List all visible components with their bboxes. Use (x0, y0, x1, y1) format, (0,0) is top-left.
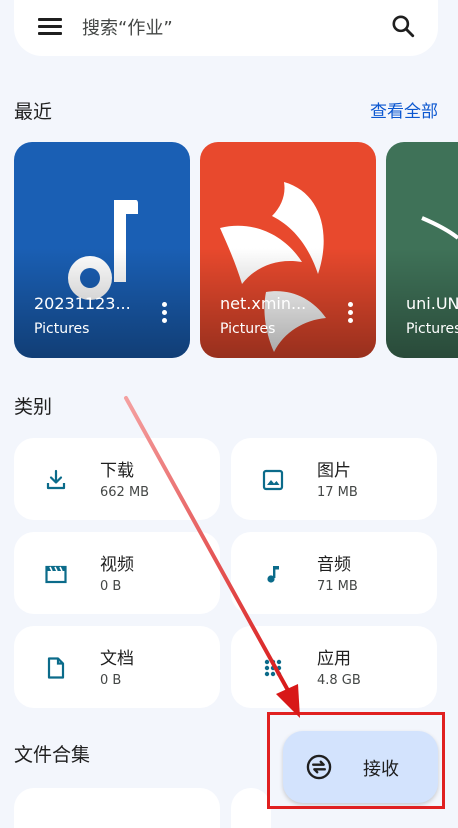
document-icon (47, 657, 65, 679)
see-all-link[interactable]: 查看全部 (370, 97, 438, 122)
category-label: 音频 (317, 555, 351, 575)
collections-section-title: 文件合集 (14, 744, 91, 766)
recent-file-card[interactable]: uni.UN Pictures (386, 142, 458, 358)
more-options-icon[interactable] (346, 302, 354, 326)
recent-section-title: 最近 (14, 101, 53, 123)
recent-file-folder: Pictures (34, 321, 90, 337)
recent-file-card[interactable]: 20231123... Pictures (14, 142, 190, 358)
category-downloads[interactable]: 下载 662 MB (14, 438, 220, 520)
recent-file-name: net.xmin... (220, 294, 307, 313)
search-bar[interactable]: 搜索“作业” (14, 0, 438, 56)
apps-icon (264, 659, 282, 677)
recent-file-card[interactable]: net.xmin... Pictures (200, 142, 376, 358)
category-videos[interactable]: 视频 0 B (14, 532, 220, 614)
category-label: 图片 (317, 461, 351, 481)
recent-file-name: uni.UN (406, 294, 458, 313)
recent-files-row: 20231123... Pictures net.xmin... Picture… (14, 142, 458, 358)
music-note-icon (267, 566, 279, 583)
categories-section-title: 类别 (14, 396, 53, 418)
category-size: 4.8 GB (317, 673, 361, 688)
category-size: 662 MB (100, 485, 150, 500)
search-icon[interactable] (390, 13, 416, 39)
recent-file-name: 20231123... (34, 294, 131, 313)
image-icon (262, 469, 284, 491)
category-size: 71 MB (317, 579, 358, 594)
category-size: 0 B (100, 673, 122, 688)
category-apps[interactable]: 应用 4.8 GB (231, 626, 437, 708)
download-icon (46, 469, 66, 490)
menu-icon[interactable] (38, 16, 62, 36)
category-documents[interactable]: 文档 0 B (14, 626, 220, 708)
highlight-annotation-box (267, 712, 445, 809)
collection-card[interactable] (231, 788, 271, 828)
movie-icon (45, 565, 67, 584)
category-label: 下载 (100, 461, 134, 481)
more-options-icon[interactable] (160, 302, 168, 326)
recent-file-folder: Pictures (406, 321, 458, 337)
category-label: 视频 (100, 555, 134, 575)
recent-file-folder: Pictures (220, 321, 276, 337)
category-size: 17 MB (317, 485, 358, 500)
category-images[interactable]: 图片 17 MB (231, 438, 437, 520)
category-audio[interactable]: 音频 71 MB (231, 532, 437, 614)
collection-card[interactable] (14, 788, 220, 828)
search-input[interactable]: 搜索“作业” (82, 14, 173, 40)
category-label: 应用 (317, 649, 351, 669)
category-label: 文档 (100, 649, 134, 669)
category-size: 0 B (100, 579, 122, 594)
